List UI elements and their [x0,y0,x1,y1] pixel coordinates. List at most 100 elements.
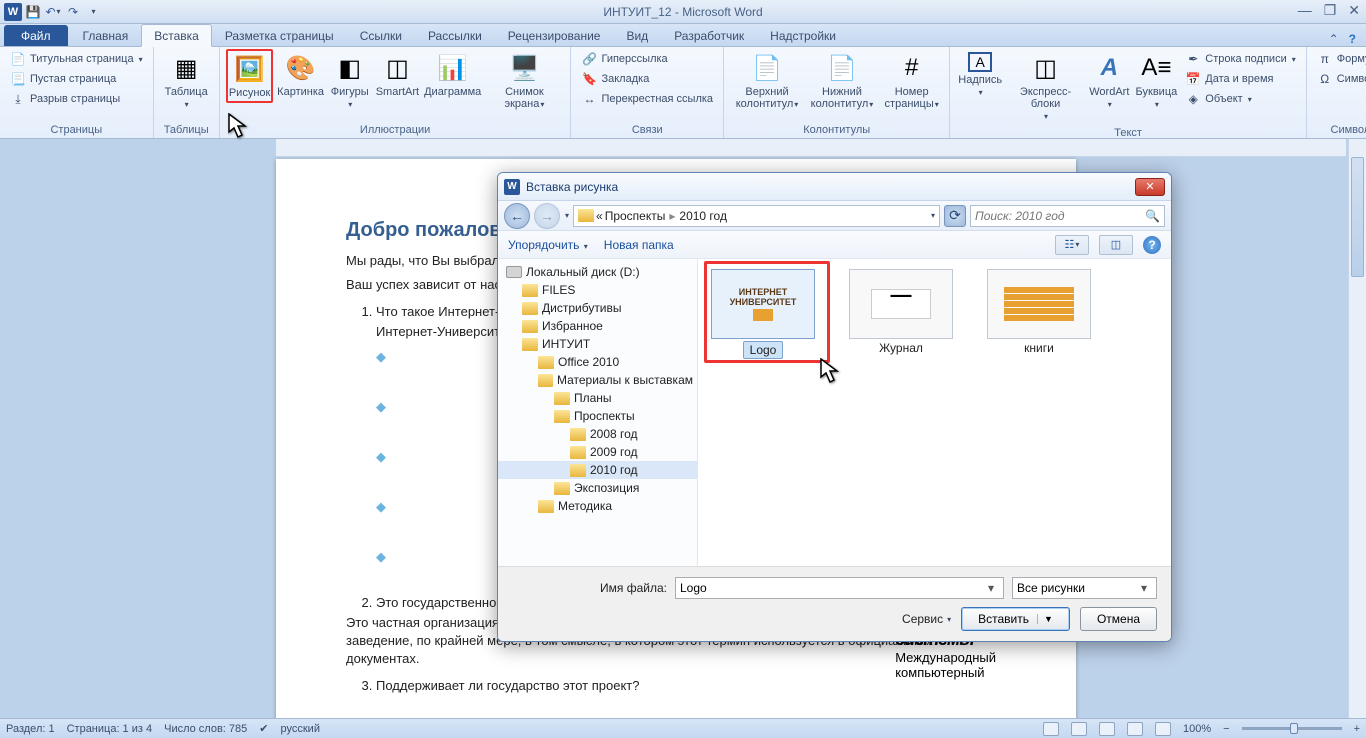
views-button[interactable]: ☷ ▾ [1055,235,1089,255]
file-list[interactable]: ИНТЕРНЕТ УНИВЕРСИТЕТLogo ▬▬▬Журнал книги [698,259,1171,566]
tab-addins[interactable]: Надстройки [757,24,849,46]
signature-button[interactable]: ✒Строка подписи▾ [1181,49,1299,69]
crumb-dropdown-icon[interactable]: ▾ [931,211,935,220]
view-web-icon[interactable] [1099,722,1115,736]
view-print-icon[interactable] [1043,722,1059,736]
minimize-icon[interactable]: ― [1298,2,1312,19]
smartart-button[interactable]: ◫SmartArt [374,49,421,101]
clipart-button[interactable]: 🎨Картинка [275,49,325,101]
tab-insert[interactable]: Вставка [141,24,212,47]
status-language[interactable]: русский [281,723,320,735]
object-button[interactable]: ◈Объект▾ [1181,89,1299,109]
blank-page-button[interactable]: 📃Пустая страница [6,69,147,89]
close-icon[interactable]: ✕ [1348,2,1360,19]
tree-item[interactable]: FILES [498,281,697,299]
zoom-level[interactable]: 100% [1183,723,1211,735]
picture-button[interactable]: 🖼️Рисунок [226,49,274,103]
datetime-button[interactable]: 📅Дата и время [1181,69,1299,89]
tab-mailings[interactable]: Рассылки [415,24,495,46]
textbox-button[interactable]: AНадпись▾ [956,49,1004,102]
view-outline-icon[interactable] [1127,722,1143,736]
tree-item[interactable]: 2010 год [498,461,697,479]
organize-button[interactable]: Упорядочить ▾ [508,238,588,252]
screenshot-button[interactable]: 🖥️Снимок экрана▾ [484,49,564,114]
tab-developer[interactable]: Разработчик [661,24,757,46]
folder-tree[interactable]: Локальный диск (D:)FILESДистрибутивыИзбр… [498,259,698,566]
nav-back-button[interactable]: ← [504,203,530,229]
search-box[interactable]: 🔍 [970,205,1165,227]
breadcrumb[interactable]: « Проспекты▸ 2010 год ▾ [573,205,940,227]
help-icon[interactable]: ? [1349,32,1356,46]
insert-button[interactable]: Вставить▼ [961,607,1070,631]
dialog-close-button[interactable]: ✕ [1135,178,1165,196]
file-item[interactable]: книги [984,269,1094,355]
chart-button[interactable]: 📊Диаграмма [423,49,482,101]
pagenumber-button[interactable]: #Номер страницы▾ [880,49,944,114]
shapes-button[interactable]: ◧Фигуры▾ [328,49,372,114]
cover-page-button[interactable]: 📄Титульная страница▾ [6,49,147,69]
undo-icon[interactable]: ↶▾ [44,3,62,21]
status-proof-icon[interactable]: ✔ [259,722,268,735]
hyperlink-button[interactable]: 🔗Гиперссылка [577,49,717,69]
tree-item[interactable]: Экспозиция [498,479,697,497]
redo-icon[interactable]: ↷ [64,3,82,21]
nav-forward-button[interactable]: → [534,203,560,229]
tree-item[interactable]: ИНТУИТ [498,335,697,353]
tree-item[interactable]: Материалы к выставкам [498,371,697,389]
zoom-slider[interactable] [1242,727,1342,730]
dropcap-button[interactable]: A≡Буквица▾ [1134,49,1180,114]
status-page[interactable]: Страница: 1 из 4 [67,723,153,735]
tab-references[interactable]: Ссылки [347,24,415,46]
tree-item[interactable]: Локальный диск (D:) [498,263,697,281]
scrollbar-thumb[interactable] [1351,157,1364,277]
filename-input[interactable]: Logo▾ [675,577,1004,599]
search-input[interactable] [975,209,1145,223]
quickparts-button[interactable]: ◫Экспресс-блоки▾ [1006,49,1085,126]
tools-dropdown[interactable]: Сервис ▾ [902,612,951,626]
file-item[interactable]: ▬▬▬Журнал [846,269,956,355]
tab-file[interactable]: Файл [4,25,68,46]
vertical-scrollbar[interactable] [1348,139,1366,718]
ribbon-minimize-icon[interactable]: ⌃ [1329,32,1339,46]
refresh-button[interactable]: ⟳ [944,205,966,227]
tree-item[interactable]: 2008 год [498,425,697,443]
wordart-button[interactable]: AWordArt▾ [1087,49,1131,114]
tree-item[interactable]: Избранное [498,317,697,335]
file-item[interactable]: ИНТЕРНЕТ УНИВЕРСИТЕТLogo [708,269,818,359]
horizontal-ruler[interactable] [276,139,1346,157]
tree-item[interactable]: 2009 год [498,443,697,461]
bookmark-button[interactable]: 🔖Закладка [577,69,717,89]
header-button[interactable]: 📄Верхний колонтитул▾ [730,49,804,114]
nav-history-dropdown[interactable]: ▾ [565,211,569,220]
search-icon[interactable]: 🔍 [1145,209,1160,223]
table-button[interactable]: ▦Таблица▾ [160,49,213,114]
tab-view[interactable]: Вид [613,24,661,46]
tree-item[interactable]: Дистрибутивы [498,299,697,317]
tree-item[interactable]: Методика [498,497,697,515]
newfolder-button[interactable]: Новая папка [604,238,674,252]
tree-item[interactable]: Планы [498,389,697,407]
symbol-button[interactable]: ΩСимвол▾ [1313,69,1366,89]
view-draft-icon[interactable] [1155,722,1171,736]
equation-button[interactable]: πФормула▾ [1313,49,1366,69]
zoom-out-button[interactable]: − [1223,723,1229,735]
qat-more-icon[interactable]: ▾ [84,3,102,21]
cancel-button[interactable]: Отмена [1080,607,1157,631]
filter-dropdown[interactable]: Все рисунки▾ [1012,577,1157,599]
dialog-help-icon[interactable]: ? [1143,236,1161,254]
dialog-titlebar[interactable]: W Вставка рисунка ✕ [498,173,1171,201]
tab-review[interactable]: Рецензирование [495,24,614,46]
save-icon[interactable]: 💾 [24,3,42,21]
preview-pane-button[interactable]: ◫ [1099,235,1133,255]
view-reading-icon[interactable] [1071,722,1087,736]
footer-button[interactable]: 📄Нижний колонтитул▾ [806,49,878,114]
crossref-button[interactable]: ↔Перекрестная ссылка [577,89,717,109]
tree-item[interactable]: Проспекты [498,407,697,425]
status-section[interactable]: Раздел: 1 [6,723,55,735]
restore-icon[interactable]: ❐ [1324,2,1337,19]
status-wordcount[interactable]: Число слов: 785 [164,723,247,735]
page-break-button[interactable]: ⤓Разрыв страницы [6,89,147,109]
zoom-in-button[interactable]: + [1354,723,1360,735]
tree-item[interactable]: Office 2010 [498,353,697,371]
tab-layout[interactable]: Разметка страницы [212,24,347,46]
